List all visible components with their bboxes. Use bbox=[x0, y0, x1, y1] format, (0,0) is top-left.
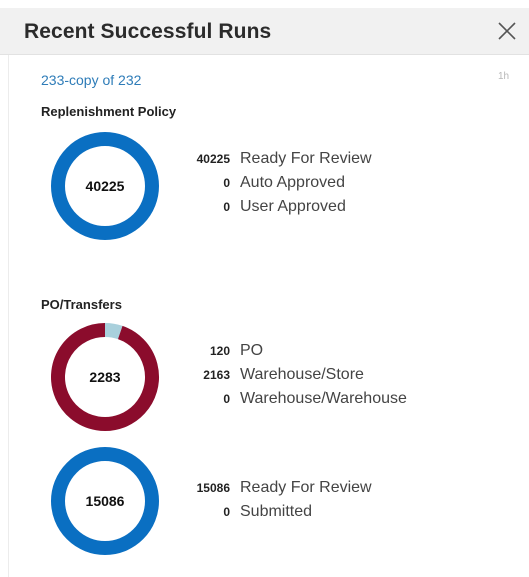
panel-title: Recent Successful Runs bbox=[24, 20, 272, 43]
third-donut-total: 15086 bbox=[85, 493, 125, 509]
legend-label: Submitted bbox=[240, 503, 313, 520]
legend-count: 0 bbox=[223, 505, 230, 519]
po-transfers-donut-total: 2283 bbox=[89, 369, 121, 385]
recent-runs-panel: Recent Successful Runs 233-copy of 232 1… bbox=[0, 0, 529, 577]
legend-label: Warehouse/Store bbox=[240, 366, 364, 383]
legend-label: Ready For Review bbox=[240, 479, 372, 496]
legend-label: User Approved bbox=[240, 198, 346, 215]
legend-count: 120 bbox=[209, 344, 230, 358]
legend-count: 15086 bbox=[196, 481, 230, 495]
run-time-ago: 1h bbox=[498, 71, 510, 82]
replenishment-donut[interactable]: 40225 bbox=[50, 131, 160, 241]
third-donut[interactable]: 15086 bbox=[50, 446, 160, 556]
legend-count: 40225 bbox=[196, 152, 230, 166]
replenishment-policy-title: Replenishment Policy bbox=[41, 104, 177, 119]
legend-count: 0 bbox=[223, 200, 230, 214]
legend-label: Auto Approved bbox=[240, 174, 345, 191]
po-transfers-donut[interactable]: 2283 bbox=[50, 322, 160, 432]
close-icon[interactable] bbox=[495, 19, 519, 43]
legend-label: PO bbox=[240, 342, 264, 359]
legend-count: 0 bbox=[223, 392, 230, 406]
legend-count: 0 bbox=[223, 176, 230, 190]
left-divider bbox=[8, 55, 9, 577]
run-link[interactable]: 233-copy of 232 bbox=[41, 72, 141, 88]
legend-label: Warehouse/Warehouse bbox=[240, 390, 407, 407]
legend-count: 2163 bbox=[203, 368, 230, 382]
replenishment-donut-total: 40225 bbox=[85, 178, 125, 194]
legend-label: Ready For Review bbox=[240, 150, 372, 167]
panel-header: Recent Successful Runs bbox=[0, 8, 529, 55]
po-transfers-title: PO/Transfers bbox=[41, 297, 122, 312]
